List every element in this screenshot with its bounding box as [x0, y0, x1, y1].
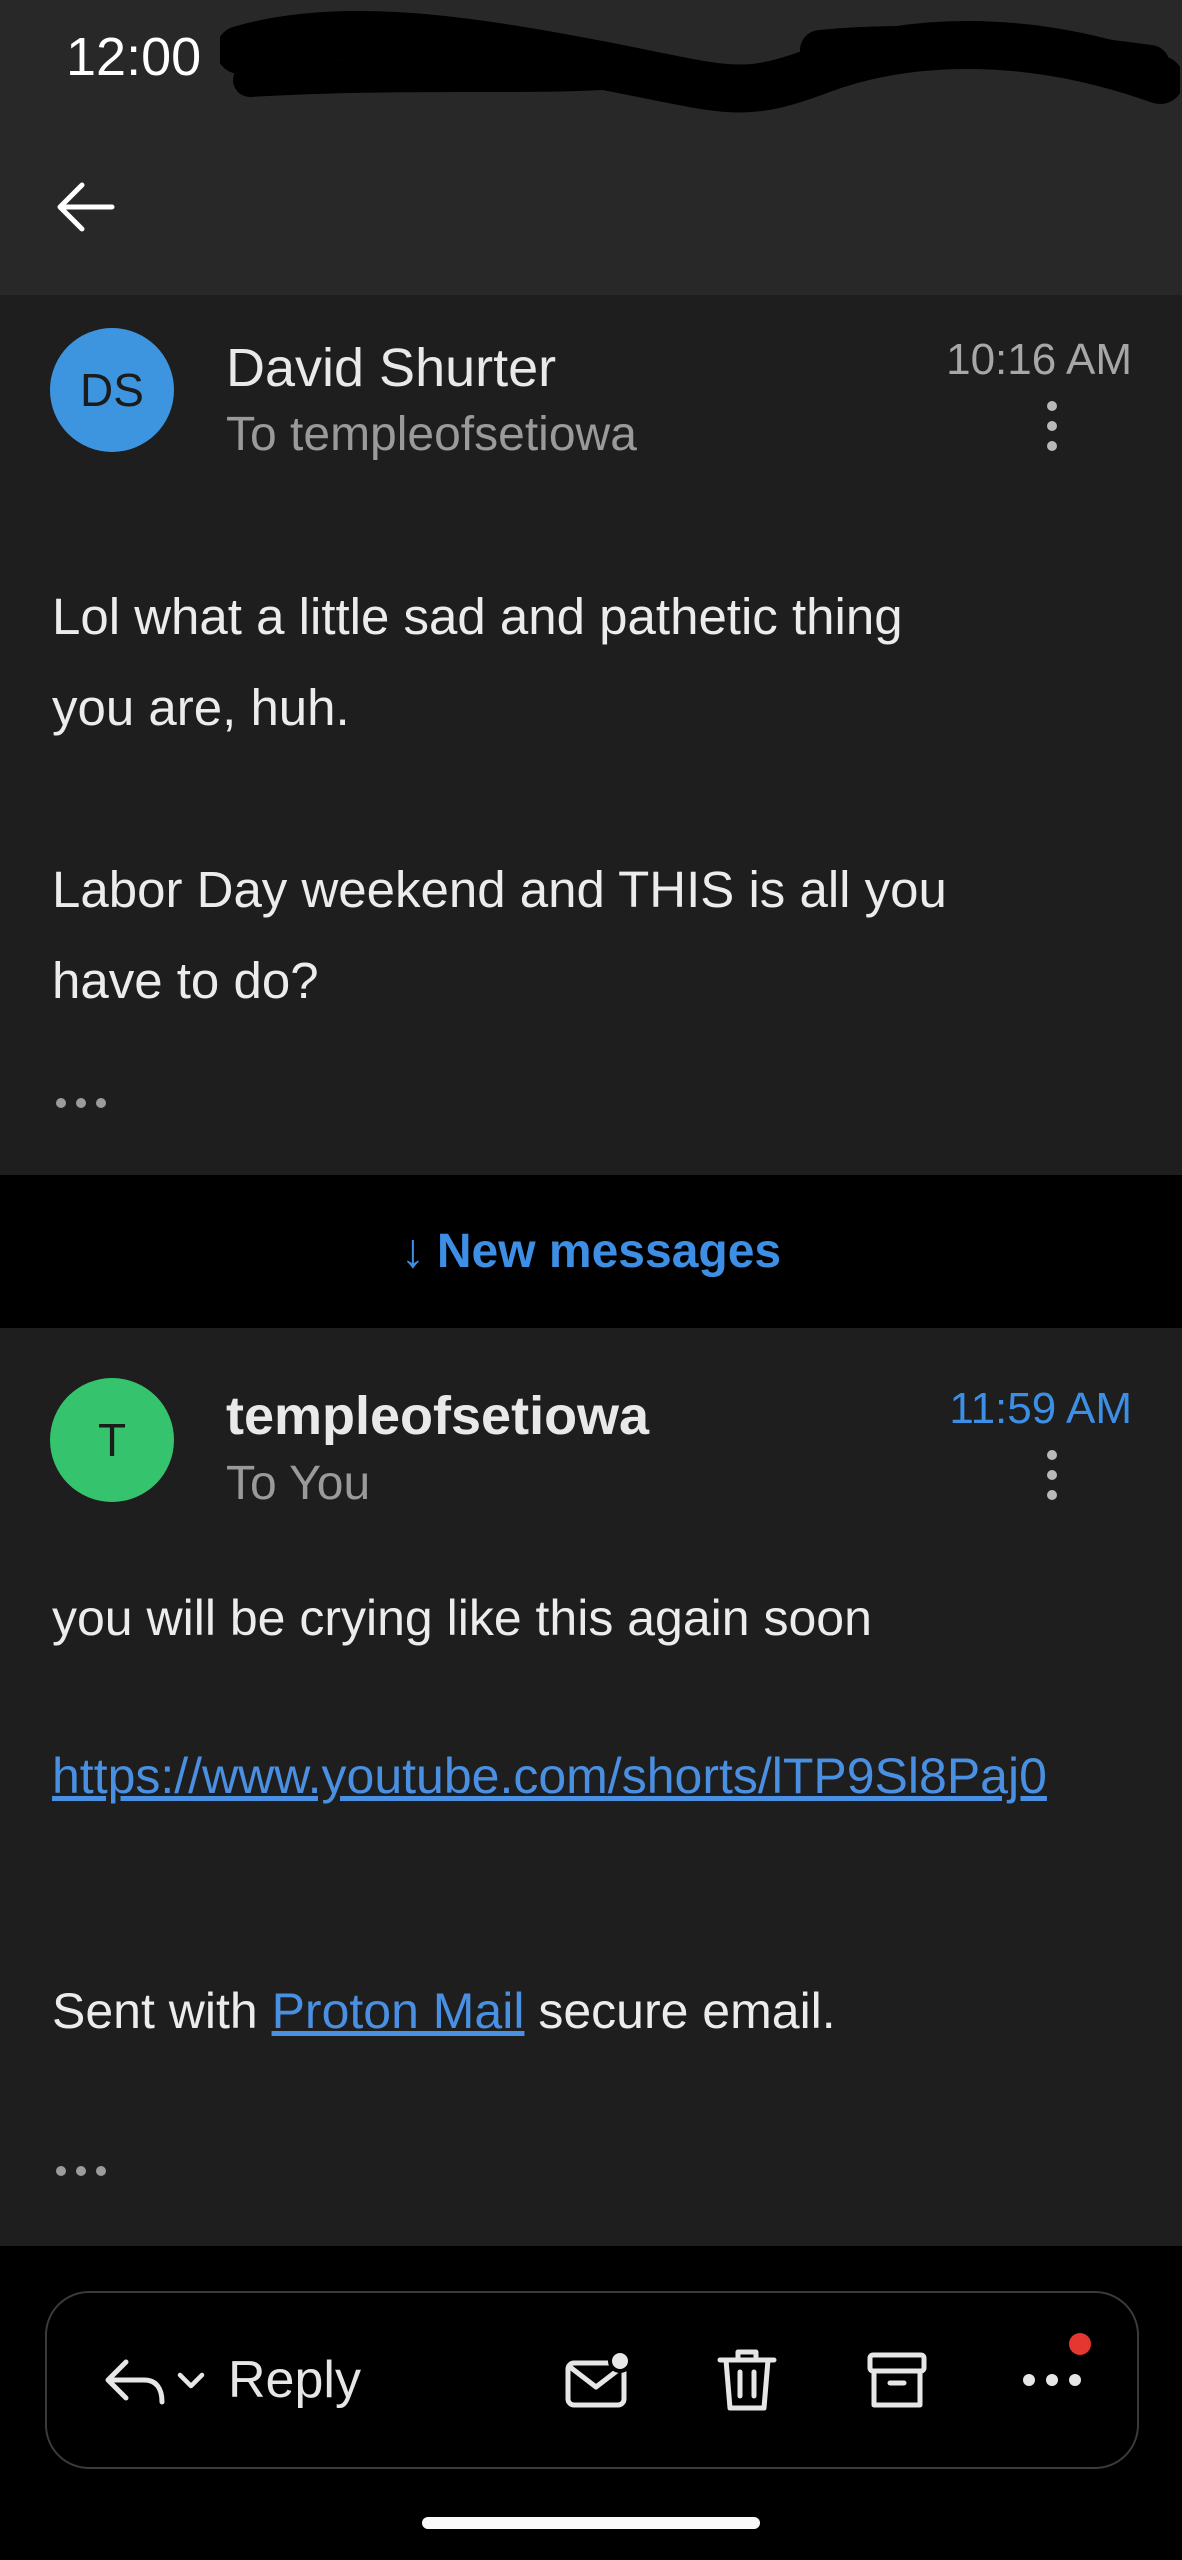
new-messages-divider[interactable]: ↓ New messages — [0, 1175, 1182, 1328]
chevron-down-icon[interactable] — [174, 2365, 208, 2395]
message-action-bar: Reply — [45, 2291, 1139, 2469]
body-line: Labor Day weekend and THIS is all you — [52, 861, 947, 918]
recipient-line: To templeofsetiowa — [226, 408, 637, 461]
message-body: you will be crying like this again soon — [52, 1580, 872, 1656]
archive-icon — [867, 2352, 927, 2408]
mark-unread-button[interactable] — [562, 2293, 634, 2467]
status-time: 12:00 — [66, 27, 202, 87]
more-button[interactable] — [1019, 2293, 1085, 2467]
recipient-line: To You — [226, 1457, 371, 1510]
body-line: Lol what a little sad and pathetic thing — [52, 588, 903, 645]
link-text[interactable]: https://www.youtube.com/shorts/lTP9Sl8Pa… — [52, 1748, 1047, 1804]
arrow-down-icon: ↓ — [400, 1225, 425, 1278]
avatar: T — [50, 1378, 174, 1502]
trash-button[interactable] — [714, 2293, 780, 2467]
signature: Sent with Proton Mail secure email. — [52, 1983, 836, 2039]
message-card[interactable]: T templeofsetiowa To You 11:59 AM you wi… — [0, 1328, 1182, 2246]
body-line: you are, huh. — [52, 679, 350, 736]
kebab-menu-icon[interactable] — [1032, 1447, 1072, 1517]
home-indicator[interactable] — [422, 2517, 760, 2529]
message-body: Lol what a little sad and pathetic thing… — [52, 571, 947, 1026]
redaction-scribble — [220, 10, 1180, 113]
archive-button[interactable] — [864, 2293, 930, 2467]
reply-label: Reply — [228, 2351, 361, 2409]
reply-button[interactable]: Reply — [102, 2293, 361, 2467]
more-icon — [1023, 2374, 1081, 2386]
proton-mail-link[interactable]: Proton Mail — [272, 1983, 525, 2039]
notification-dot — [1069, 2333, 1091, 2355]
show-quoted-ellipsis[interactable] — [56, 2163, 116, 2177]
show-quoted-ellipsis[interactable] — [56, 1095, 116, 1109]
body-line: you will be crying like this again soon — [52, 1590, 872, 1646]
avatar: DS — [50, 328, 174, 452]
arrow-left-icon[interactable] — [52, 172, 122, 242]
new-messages-label: New messages — [436, 1225, 782, 1278]
trash-icon — [717, 2349, 777, 2411]
sender-name: templeofsetiowa — [226, 1386, 650, 1446]
message-time: 11:59 AM — [949, 1384, 1132, 1433]
mark-unread-icon — [565, 2349, 632, 2408]
message-time: 10:16 AM — [946, 335, 1132, 384]
sender-name: David Shurter — [226, 338, 557, 398]
body-line: have to do? — [52, 952, 319, 1009]
kebab-menu-icon[interactable] — [1032, 398, 1072, 468]
message-card[interactable]: DS David Shurter To templeofsetiowa 10:1… — [0, 295, 1182, 1175]
youtube-link[interactable]: https://www.youtube.com/shorts/lTP9Sl8Pa… — [52, 1738, 1047, 1814]
reply-icon — [105, 2359, 165, 2405]
